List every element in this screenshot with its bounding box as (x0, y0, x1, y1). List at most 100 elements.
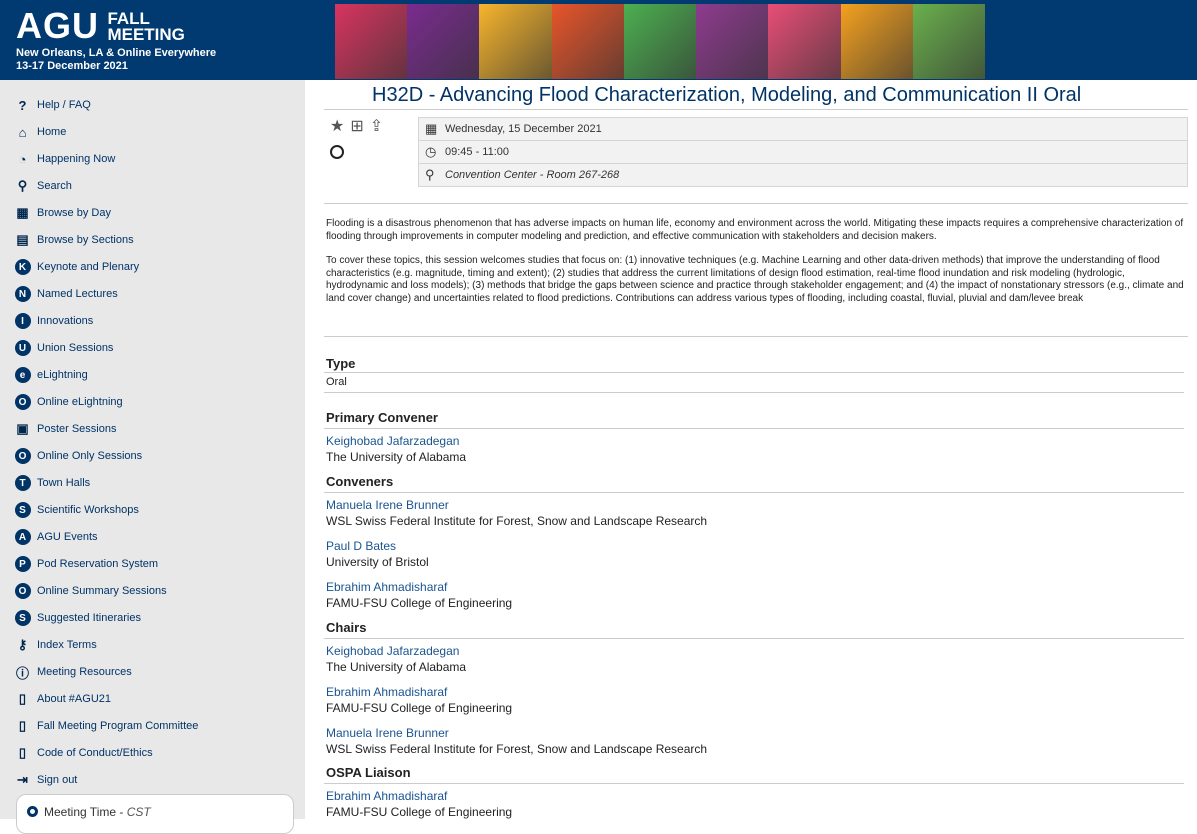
sidebar-nav: ? Help / FAQ ⌂ Home ◔ Happening Now ⚲ Search ▦ Br… (0, 80, 305, 819)
letter-badge-icon: A (14, 529, 31, 545)
meeting-time-toggle[interactable]: Meeting Time - CST (16, 794, 294, 834)
letter-badge-icon: T (14, 475, 31, 491)
sidebar-item-online-elightning[interactable]: O Online eLightning (14, 391, 123, 413)
sidebar-item-label: Pod Reservation System (37, 558, 159, 570)
person-name-link[interactable]: Paul D Bates (326, 539, 396, 553)
sidebar-item-browse-by-day[interactable]: ▦ Browse by Day (14, 202, 111, 224)
person-name-link[interactable]: Manuela Irene Brunner (326, 726, 449, 740)
banner-photo (768, 4, 841, 79)
letter-badge-icon: P (14, 556, 31, 572)
sidebar-item-suggested-itineraries[interactable]: S Suggested Itineraries (14, 607, 141, 629)
letter-badge-icon: O (14, 583, 31, 599)
letter-badge-icon: O (14, 448, 31, 464)
sidebar-item-agu-events[interactable]: A AGU Events (14, 526, 98, 548)
divider (324, 783, 1184, 784)
sidebar-item-label: Online eLightning (37, 396, 123, 408)
session-info: ▦ Wednesday, 15 December 2021 ◷ 09:45 - 11… (418, 117, 1188, 187)
session-date: Wednesday, 15 December 2021 (445, 123, 602, 135)
person-name-link[interactable]: Ebrahim Ahmadisharaf (326, 789, 447, 803)
banner-photo (696, 4, 769, 79)
nav-glyph-icon: ⌂ (18, 124, 27, 140)
sidebar-item-fall-meeting-program-committee[interactable]: ▯ Fall Meeting Program Committee (14, 715, 198, 737)
share-icon[interactable]: ⇪ (370, 116, 383, 136)
sidebar-item-label: AGU Events (37, 531, 98, 543)
status-circle-icon[interactable] (330, 145, 344, 159)
sidebar-item-label: Code of Conduct/Ethics (37, 747, 153, 759)
sidebar-item-label: Suggested Itineraries (37, 612, 141, 624)
divider (324, 109, 1188, 110)
sidebar-item-meeting-resources[interactable]: ⓘ Meeting Resources (14, 661, 132, 683)
banner-photo (335, 4, 408, 79)
sidebar-item-online-only-sessions[interactable]: O Online Only Sessions (14, 445, 142, 467)
meeting-location: New Orleans, LA & Online Everywhere (16, 47, 217, 59)
person-name-link[interactable]: Manuela Irene Brunner (326, 498, 449, 512)
person-affiliation: The University of Alabama (326, 660, 467, 674)
sidebar-item-browse-by-sections[interactable]: ▤ Browse by Sections (14, 229, 134, 251)
add-icon[interactable]: ⊞ (350, 116, 363, 136)
person-affiliation: FAMU-FSU College of Engineering (326, 596, 513, 610)
divider (324, 336, 1188, 337)
sidebar-item-named-lectures[interactable]: N Named Lectures (14, 283, 118, 305)
sidebar-item-home[interactable]: ⌂ Home (14, 121, 67, 143)
sidebar-item-scientific-workshops[interactable]: S Scientific Workshops (14, 499, 139, 521)
sidebar-item-keynote-and-plenary[interactable]: K Keynote and Plenary (14, 256, 139, 278)
nav-letter-badge-icon: I (14, 313, 31, 330)
person-name-link[interactable]: Keighobad Jafarzadegan (326, 434, 459, 448)
person-affiliation: WSL Swiss Federal Institute for Forest, … (326, 742, 708, 756)
sidebar-item-elightning[interactable]: e eLightning (14, 364, 88, 386)
nav-letter-badge-icon: O (14, 583, 31, 600)
type-value: Oral (326, 376, 347, 388)
type-heading: Type (326, 356, 356, 371)
sidebar-item-poster-sessions[interactable]: ▣ Poster Sessions (14, 418, 116, 440)
nav-letter-badge-icon: A (14, 529, 31, 546)
nav-letter-badge-icon: S (14, 610, 31, 627)
sidebar-item-search[interactable]: ⚲ Search (14, 175, 72, 197)
sidebar-item-about-agu21[interactable]: ▯ About #AGU21 (14, 688, 111, 710)
divider (324, 428, 1184, 429)
sidebar-item-pod-reservation-system[interactable]: P Pod Reservation System (14, 553, 158, 575)
letter-badge-icon: O (14, 394, 31, 410)
sidebar-item-innovations[interactable]: I Innovations (14, 310, 93, 332)
page-title: H32D - Advancing Flood Characterization,… (372, 84, 1082, 106)
nav-letter-badge-icon: N (14, 286, 31, 303)
sidebar-item-label: Browse by Sections (37, 234, 134, 246)
nav-glyph-icon: ⚷ (17, 637, 28, 652)
chairs-heading: Chairs (326, 620, 367, 635)
nav-glyph-icon: ⇥ (17, 772, 28, 787)
person-name-link[interactable]: Ebrahim Ahmadisharaf (326, 580, 447, 594)
divider (324, 203, 1188, 204)
sidebar-item-label: Scientific Workshops (37, 504, 139, 516)
person-name-link[interactable]: Ebrahim Ahmadisharaf (326, 685, 447, 699)
sidebar-item-online-summary-sessions[interactable]: O Online Summary Sessions (14, 580, 167, 602)
sidebar-item-label: Poster Sessions (37, 423, 117, 435)
map-pin-icon: ⚲ (425, 167, 435, 182)
sidebar-item-help-faq[interactable]: ? Help / FAQ (14, 94, 91, 116)
nav-glyph-icon: ▣ (16, 421, 29, 436)
banner-photo (840, 4, 913, 79)
clock-icon: ◷ (425, 144, 437, 159)
sidebar-item-town-halls[interactable]: T Town Halls (14, 472, 90, 494)
sidebar-item-label: Browse by Day (37, 207, 111, 219)
banner-photo (551, 4, 624, 79)
letter-badge-icon: N (14, 286, 31, 302)
sidebar-item-label: Help / FAQ (37, 99, 91, 111)
person-affiliation: FAMU-FSU College of Engineering (326, 805, 513, 819)
session-location-row: ⚲ Convention Center - Room 267-268 (418, 163, 1188, 187)
logo-agu-text: AGU (16, 5, 99, 46)
nav-glyph-icon: ⚲ (17, 178, 28, 193)
sidebar-item-sign-out[interactable]: ⇥ Sign out (14, 769, 77, 791)
sidebar-item-union-sessions[interactable]: U Union Sessions (14, 337, 113, 359)
sidebar-item-label: Home (37, 126, 67, 138)
sidebar-item-index-terms[interactable]: ⚷ Index Terms (14, 634, 97, 656)
nav-letter-badge-icon: S (14, 502, 31, 519)
sidebar-item-label: Fall Meeting Program Committee (37, 720, 199, 732)
letter-badge-icon: I (14, 313, 31, 329)
letter-badge-icon: S (14, 610, 31, 626)
sidebar-item-happening-now[interactable]: ◔ Happening Now (14, 148, 116, 170)
sidebar-item-code-of-conduct-ethics[interactable]: ▯ Code of Conduct/Ethics (14, 742, 153, 764)
logo-meeting-text: MEETING (107, 25, 185, 44)
person-name-link[interactable]: Keighobad Jafarzadegan (326, 644, 459, 658)
nav-glyph-icon: ▯ (18, 745, 27, 760)
agu-logo[interactable]: AGU FALL MEETING New Orleans, LA & Online… (16, 5, 217, 73)
star-icon[interactable]: ★ (330, 116, 344, 136)
